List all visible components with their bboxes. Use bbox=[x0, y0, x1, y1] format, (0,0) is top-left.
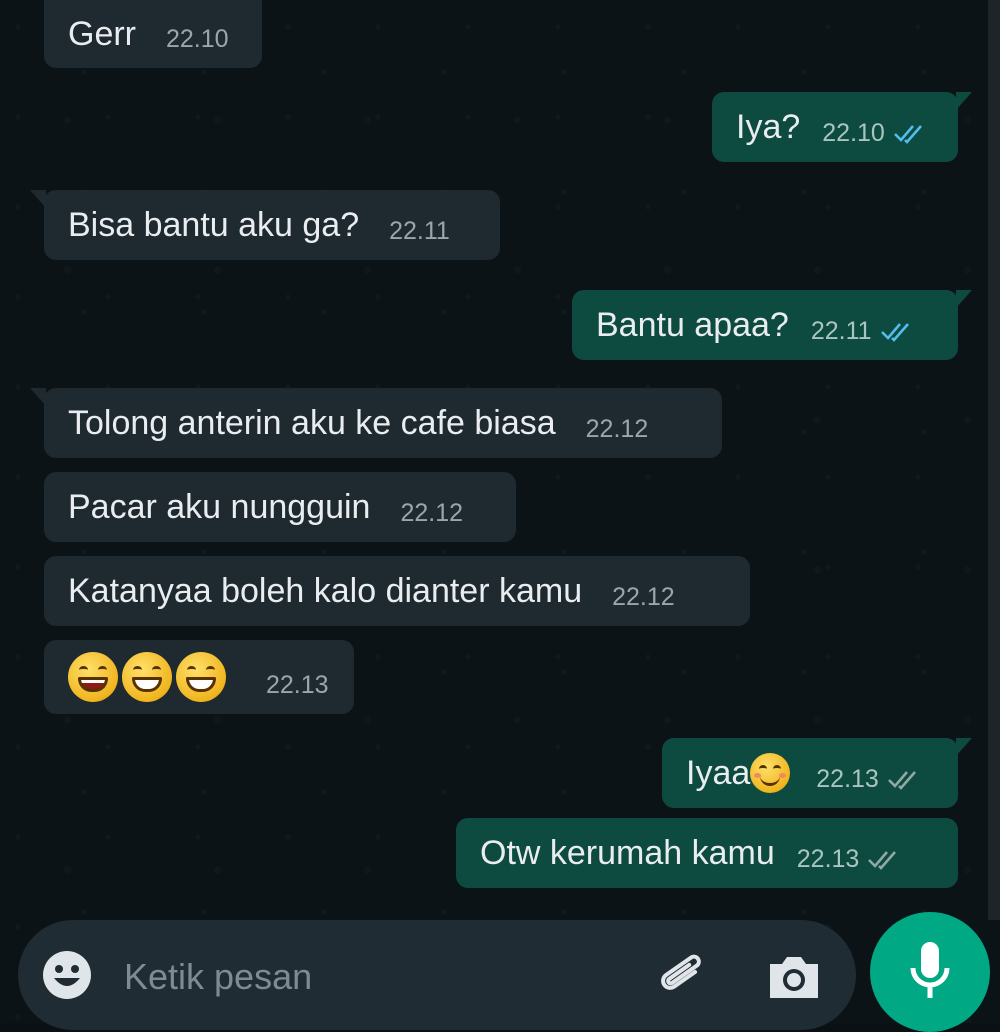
bubble-tail bbox=[956, 738, 972, 756]
message-time: 22.12 bbox=[585, 415, 649, 443]
bubble-tail bbox=[956, 290, 972, 308]
delivered-receipt-icon bbox=[868, 851, 897, 870]
message-time: 22.11 bbox=[389, 217, 450, 245]
bubble-tail bbox=[30, 190, 46, 208]
smiling-face-icon bbox=[750, 753, 791, 793]
message-bubble-incoming[interactable]: Pacar aku nungguin 22.12 bbox=[44, 472, 516, 542]
message-time: 22.10 bbox=[822, 119, 885, 147]
message-composer bbox=[18, 920, 856, 1030]
scrollbar[interactable] bbox=[988, 0, 1000, 920]
message-bubble-incoming[interactable]: Tolong anterin aku ke cafe biasa 22.12 bbox=[30, 388, 722, 458]
read-receipt-icon bbox=[880, 323, 909, 342]
bubble-tail bbox=[30, 388, 46, 406]
message-bubble-incoming[interactable]: Gerr 22.10 bbox=[44, 0, 262, 68]
message-bubble-outgoing[interactable]: Iya? 22.10 bbox=[712, 92, 972, 162]
message-bubble-outgoing[interactable]: Iyaa Iyaa😊 22.13 bbox=[662, 738, 972, 808]
message-bubble-incoming[interactable]: Katanyaa boleh kalo dianter kamu 22.12 bbox=[44, 556, 750, 626]
paperclip-icon[interactable] bbox=[654, 948, 712, 1006]
message-time: 22.13 bbox=[266, 671, 329, 699]
read-receipt-icon bbox=[893, 125, 922, 144]
message-text: Iyaa bbox=[686, 753, 751, 792]
microphone-button[interactable] bbox=[870, 912, 990, 1032]
message-text: Bisa bantu aku ga? bbox=[68, 205, 360, 244]
beaming-face-icon bbox=[122, 652, 172, 702]
message-text: Katanyaa boleh kalo dianter kamu bbox=[68, 571, 583, 610]
message-text: Tolong anterin aku ke cafe biasa bbox=[68, 403, 556, 442]
message-bubble-outgoing[interactable]: Bantu apaa? 22.11 bbox=[572, 290, 972, 360]
message-input[interactable] bbox=[122, 948, 626, 1006]
camera-icon[interactable] bbox=[766, 952, 822, 1002]
message-time: 22.13 bbox=[796, 845, 860, 873]
smiley-icon[interactable] bbox=[42, 950, 92, 1000]
message-time: 22.10 bbox=[166, 25, 229, 53]
message-time: 22.12 bbox=[400, 499, 464, 527]
message-text: Pacar aku nungguin bbox=[68, 487, 371, 526]
delivered-receipt-icon bbox=[887, 771, 916, 790]
microphone-icon bbox=[910, 942, 950, 998]
message-time: 22.13 bbox=[816, 765, 879, 793]
message-bubble-incoming[interactable]: Bisa bantu aku ga? 22.11 bbox=[30, 190, 500, 260]
message-time: 22.11 bbox=[810, 317, 872, 345]
message-text: Bantu apaa? bbox=[596, 305, 789, 344]
message-time: 22.12 bbox=[612, 583, 675, 611]
beaming-face-icon bbox=[176, 652, 226, 702]
grinning-face-icon bbox=[68, 652, 118, 702]
message-bubble-outgoing[interactable]: Otw kerumah kamu 22.13 bbox=[456, 818, 958, 888]
message-text: Otw kerumah kamu bbox=[480, 833, 775, 872]
message-bubble-incoming[interactable]: 😄😁😁 22.13 bbox=[44, 640, 354, 714]
message-text: Gerr bbox=[68, 14, 136, 53]
bubble-tail bbox=[956, 92, 972, 110]
message-text: Iya? bbox=[736, 107, 801, 146]
